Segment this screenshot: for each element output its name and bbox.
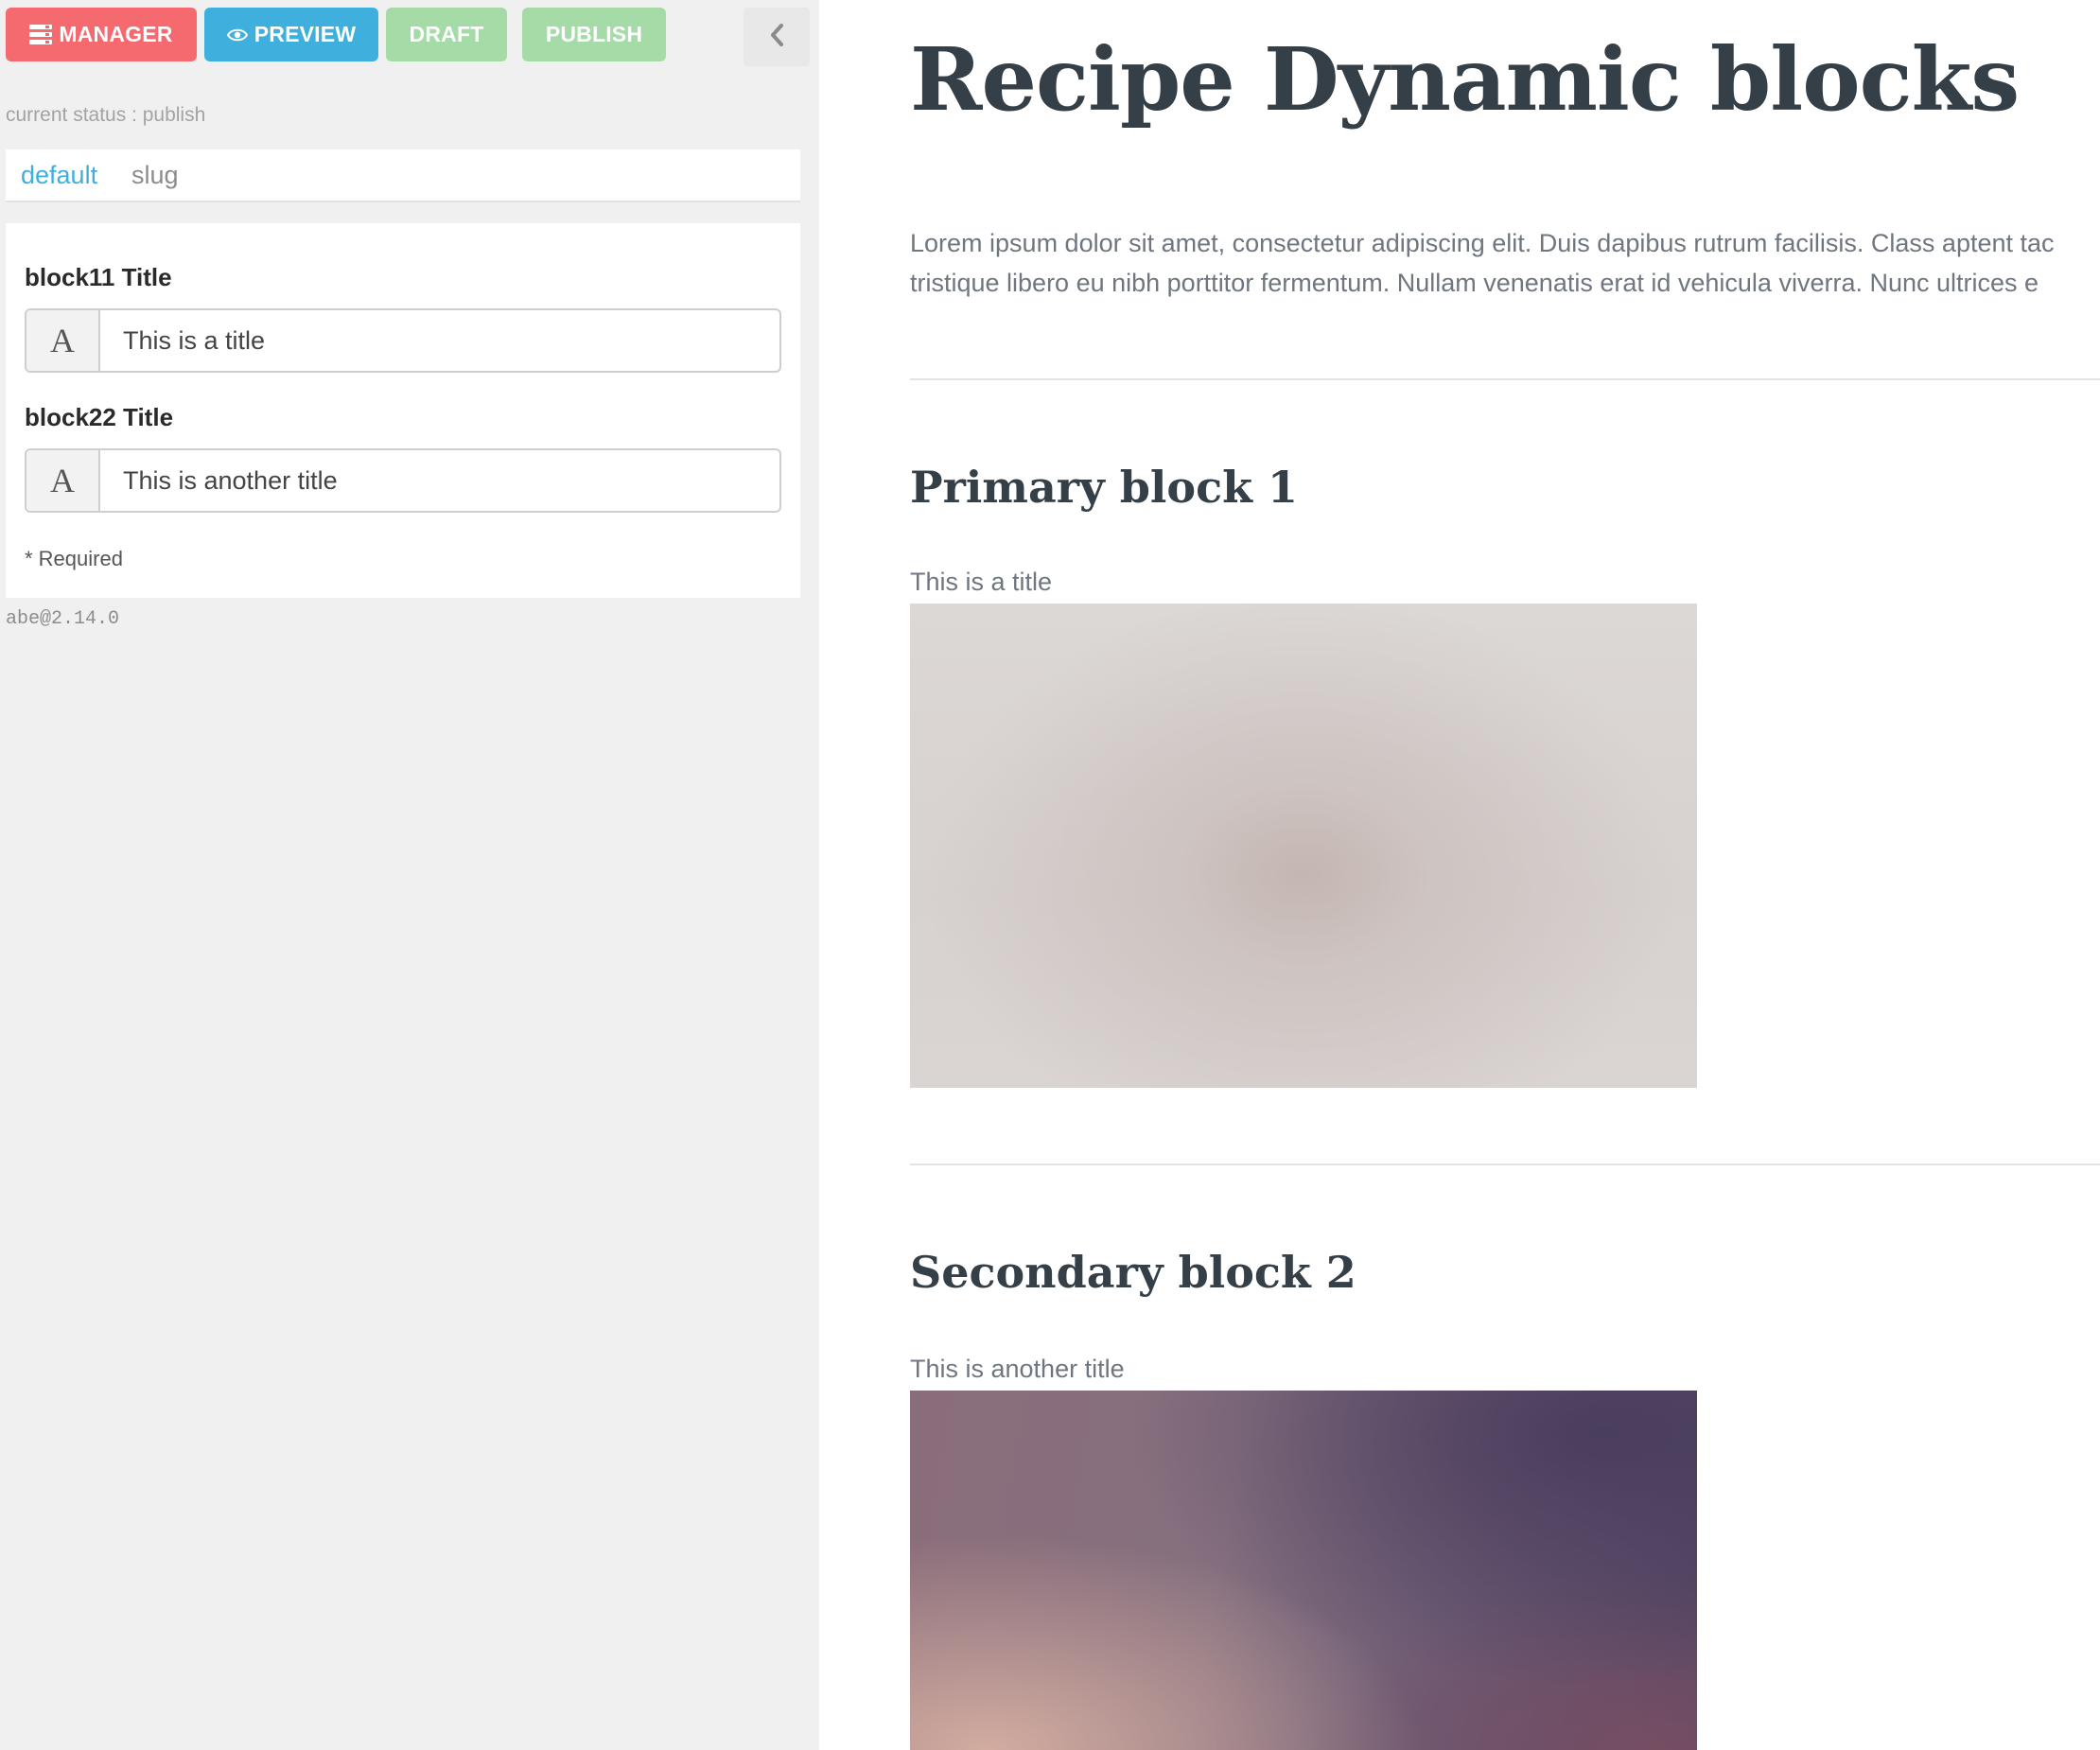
required-note: * Required — [25, 547, 123, 570]
current-status: current status : publish — [6, 104, 206, 126]
publish-button-label: PUBLISH — [545, 22, 643, 46]
toolbar: MANAGER PREVIEW DRAFT PUBLISH — [6, 8, 810, 66]
draft-button-label: DRAFT — [409, 22, 484, 46]
version-label: abe@2.14.0 — [6, 608, 120, 630]
list-icon — [29, 24, 53, 45]
lead-paragraph: Lorem ipsum dolor sit amet, consectetur … — [910, 223, 2100, 303]
block22-title-field: A — [25, 448, 781, 513]
text-type-icon: A — [26, 310, 100, 371]
block11-title-input[interactable] — [100, 310, 779, 371]
chevron-left-icon — [768, 23, 785, 52]
preview-button-label: PREVIEW — [254, 22, 357, 46]
block-image-primary — [910, 604, 1697, 1088]
page-title: Recipe Dynamic blocks — [910, 28, 2020, 131]
block11-title-field: A — [25, 308, 781, 373]
block-heading-primary: Primary block 1 — [910, 462, 1298, 513]
draft-button[interactable]: DRAFT — [386, 8, 507, 61]
manager-button-label: MANAGER — [59, 22, 173, 46]
page-preview: Recipe Dynamic blocks Lorem ipsum dolor … — [819, 0, 2100, 1750]
block-image-secondary — [910, 1391, 1697, 1750]
editor-sidebar: MANAGER PREVIEW DRAFT PUBLISH current st… — [0, 0, 819, 1750]
preview-button[interactable]: PREVIEW — [204, 8, 378, 61]
block-subtitle-primary: This is a title — [910, 568, 1053, 596]
text-type-icon: A — [26, 450, 100, 511]
editor-tabs: default slug — [6, 149, 800, 202]
publish-button[interactable]: PUBLISH — [522, 8, 666, 61]
field-label-block11-title: block11 Title — [25, 263, 172, 291]
lead-line-1: Lorem ipsum dolor sit amet, consectetur … — [910, 229, 2055, 257]
form-panel: block11 Title A block22 Title A * Requir… — [6, 223, 800, 598]
lead-line-2: tristique libero eu nibh porttitor ferme… — [910, 269, 2039, 297]
field-label-block22-title: block22 Title — [25, 403, 174, 431]
eye-icon — [226, 27, 248, 43]
divider — [910, 378, 2100, 380]
block-heading-secondary: Secondary block 2 — [910, 1247, 1356, 1298]
block22-title-input[interactable] — [100, 450, 779, 511]
block-subtitle-secondary: This is another title — [910, 1355, 1125, 1383]
tab-default[interactable]: default — [21, 161, 97, 190]
manager-button[interactable]: MANAGER — [6, 8, 197, 61]
collapse-sidebar-button[interactable] — [744, 8, 810, 66]
tab-slug[interactable]: slug — [131, 161, 179, 190]
divider — [910, 1164, 2100, 1165]
